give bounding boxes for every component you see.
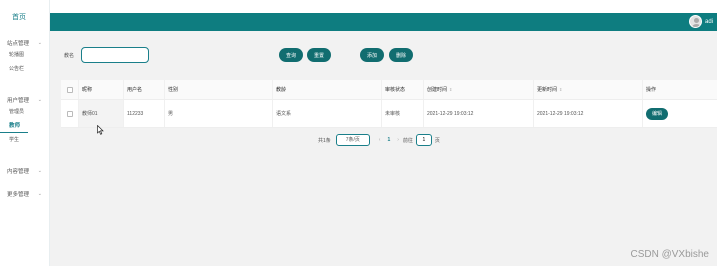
sort-icon[interactable]: ⇕ bbox=[559, 87, 562, 92]
menu-item-carousel[interactable]: 轮播图 bbox=[0, 48, 50, 62]
header-nickname: 昵称 bbox=[79, 80, 124, 99]
menu-group-site: 站点管理 ⌄ 轮播图 公告栏 bbox=[0, 38, 50, 76]
page-number[interactable]: 1 bbox=[387, 137, 390, 143]
home-link[interactable]: 首页 bbox=[0, 12, 50, 22]
column-label: 昵称 bbox=[82, 87, 93, 93]
menu-group-more: 更多管理 ⌄ bbox=[0, 189, 50, 199]
cell-text: 未审核 bbox=[385, 111, 401, 117]
header-teaching-age: 教龄 bbox=[273, 80, 382, 99]
select-all-checkbox[interactable] bbox=[66, 86, 73, 93]
chevron-down-icon: ⌄ bbox=[37, 191, 42, 197]
goto-page-input[interactable] bbox=[415, 134, 432, 146]
header-created[interactable]: 创建时间 ⇕ bbox=[424, 80, 534, 99]
header-username: 用户名 bbox=[124, 80, 165, 99]
user-menu[interactable]: adi bbox=[688, 15, 713, 28]
sort-icon[interactable]: ⇕ bbox=[449, 87, 452, 92]
prev-page-icon[interactable]: ‹ bbox=[379, 137, 381, 143]
cell-created: 2021-12-29 19:03:12 bbox=[424, 100, 534, 127]
cell-gender: 男 bbox=[165, 100, 273, 127]
add-button[interactable]: 添加 bbox=[360, 48, 384, 62]
cell-username: 112233 bbox=[124, 100, 165, 127]
menu-title-label: 站点管理 bbox=[7, 41, 30, 47]
column-label: 用户名 bbox=[127, 87, 143, 93]
cell-status: 未审核 bbox=[382, 100, 424, 127]
username: adi bbox=[704, 18, 713, 25]
page-size-select[interactable]: 7条/页 bbox=[335, 134, 370, 146]
watermark: CSDN @VXbishe bbox=[630, 249, 709, 260]
menu-item-teacher[interactable]: 教师 bbox=[0, 119, 28, 133]
goto-suffix: 页 bbox=[434, 137, 440, 144]
chevron-down-icon: ⌄ bbox=[37, 97, 42, 103]
menu-title-label: 内容管理 bbox=[7, 169, 30, 175]
mouse-cursor-icon bbox=[97, 125, 104, 135]
menu-title-more[interactable]: 更多管理 ⌄ bbox=[0, 189, 50, 199]
menu-item-admin[interactable]: 管理员 bbox=[0, 105, 50, 119]
cell-text: 男 bbox=[168, 111, 174, 117]
data-table: 昵称 用户名 性别 教龄 审核状态 创建时间 ⇕ 更新时间 ⇕ 操作 教师01 11… bbox=[61, 80, 717, 128]
sidebar: 首页 站点管理 ⌄ 轮播图 公告栏 用户管理 ⌄ 管理员 教师 学生 内容管理 … bbox=[0, 0, 50, 266]
chevron-down-icon: ⌄ bbox=[37, 40, 42, 46]
column-label: 审核状态 bbox=[385, 87, 406, 93]
header-checkbox-cell bbox=[61, 80, 79, 99]
table-row[interactable]: 教师01 112233 男 语文系 未审核 2021-12-29 19:03:1… bbox=[61, 100, 717, 128]
chevron-down-icon: ⌄ bbox=[37, 168, 42, 174]
top-bar: adi bbox=[50, 13, 717, 31]
cell-text: 2021-12-29 19:03:12 bbox=[537, 110, 584, 117]
header-gender: 性别 bbox=[165, 80, 273, 99]
menu-group-user: 用户管理 ⌄ 管理员 教师 学生 bbox=[0, 95, 50, 147]
pagination: 共1条 7条/页 ‹ 1 › 前往 页 bbox=[318, 134, 440, 146]
app: 首页 站点管理 ⌄ 轮播图 公告栏 用户管理 ⌄ 管理员 教师 学生 内容管理 … bbox=[0, 0, 717, 266]
cell-updated: 2021-12-29 19:03:12 bbox=[534, 100, 643, 127]
column-label: 教龄 bbox=[276, 87, 287, 93]
cell-action: 编辑 bbox=[643, 100, 717, 127]
column-label: 更新时间 bbox=[537, 87, 558, 93]
cell-text: 2021-12-29 19:03:12 bbox=[427, 110, 474, 117]
goto-prefix: 前往 bbox=[402, 137, 413, 144]
main-content: 教名 查询 重置 添加 删除 昵称 用户名 性别 教龄 审核状态 创建时间 ⇕ 更… bbox=[50, 31, 717, 266]
column-label: 操作 bbox=[646, 87, 657, 93]
row-checkbox-cell bbox=[61, 100, 79, 127]
menu-title-user[interactable]: 用户管理 ⌄ bbox=[0, 95, 50, 105]
cell-text: 112233 bbox=[127, 110, 144, 117]
row-checkbox[interactable] bbox=[66, 110, 73, 117]
cell-nickname: 教师01 bbox=[79, 100, 124, 127]
edit-button[interactable]: 编辑 bbox=[646, 107, 668, 120]
menu-item-notice[interactable]: 公告栏 bbox=[0, 62, 50, 76]
next-page-icon[interactable]: › bbox=[397, 137, 399, 143]
menu-item-student[interactable]: 学生 bbox=[0, 133, 50, 147]
menu-title-label: 更多管理 bbox=[7, 192, 30, 198]
menu-title-content[interactable]: 内容管理 ⌄ bbox=[0, 166, 50, 176]
header-status: 审核状态 bbox=[382, 80, 424, 99]
column-label: 创建时间 bbox=[427, 87, 448, 93]
query-button[interactable]: 查询 bbox=[279, 48, 303, 62]
menu-title-site[interactable]: 站点管理 ⌄ bbox=[0, 38, 50, 48]
search-input[interactable] bbox=[81, 47, 149, 63]
menu-group-content: 内容管理 ⌄ bbox=[0, 166, 50, 176]
reset-button[interactable]: 重置 bbox=[307, 48, 331, 62]
cell-text: 语文系 bbox=[276, 111, 292, 117]
header-action: 操作 bbox=[643, 80, 717, 99]
cell-text: 教师01 bbox=[82, 111, 98, 117]
table-header: 昵称 用户名 性别 教龄 审核状态 创建时间 ⇕ 更新时间 ⇕ 操作 bbox=[61, 80, 717, 100]
cell-teaching-age: 语文系 bbox=[273, 100, 382, 127]
avatar bbox=[688, 15, 702, 28]
search-label: 教名 bbox=[64, 53, 75, 59]
header-updated[interactable]: 更新时间 ⇕ bbox=[534, 80, 643, 99]
delete-button[interactable]: 删除 bbox=[389, 48, 413, 62]
total-count: 共1条 bbox=[318, 137, 331, 144]
column-label: 性别 bbox=[168, 87, 179, 93]
menu-title-label: 用户管理 bbox=[7, 98, 30, 104]
